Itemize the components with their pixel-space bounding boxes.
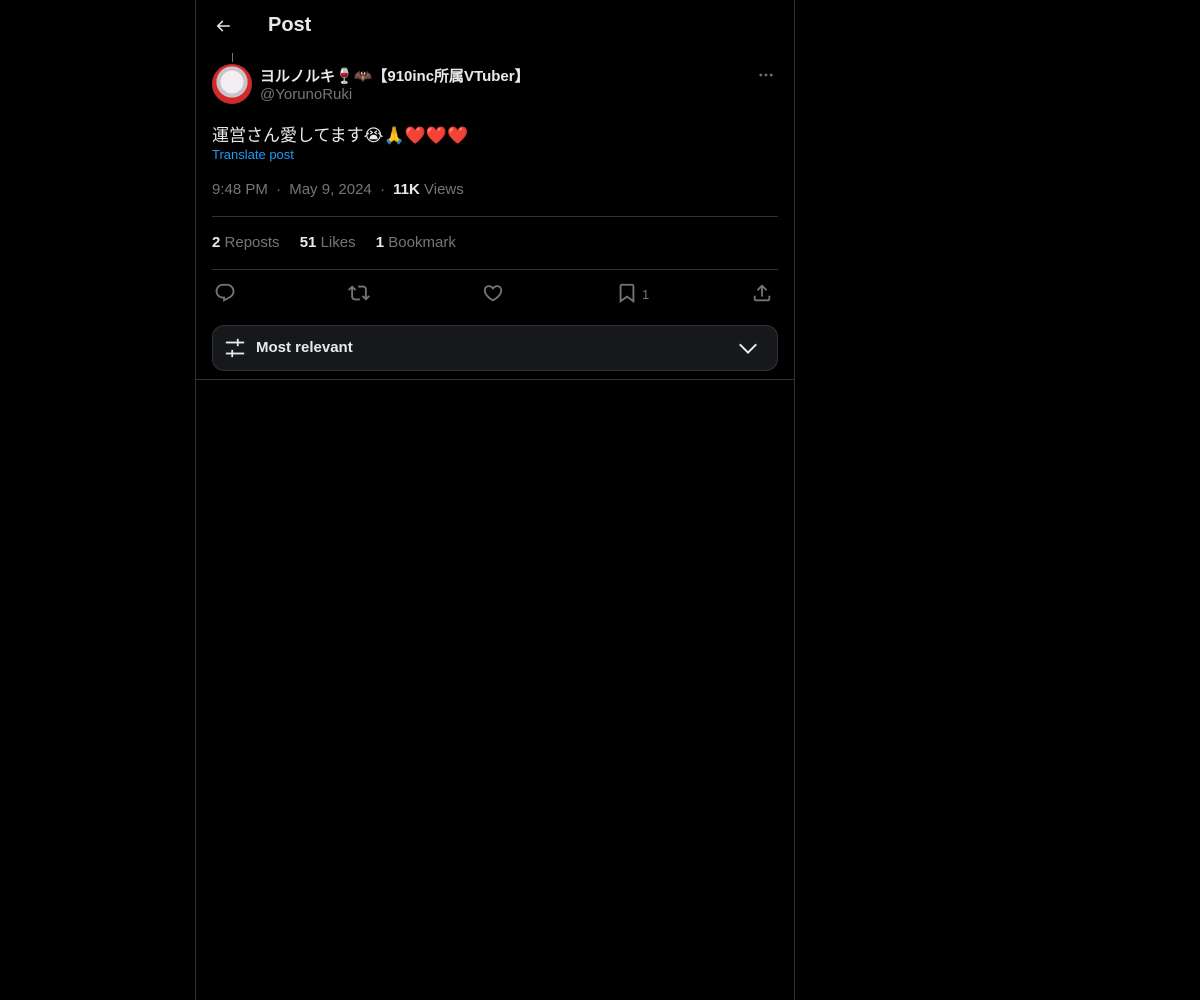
reply-button[interactable] [214,280,236,306]
sort-label: Most relevant [256,339,353,356]
likes-label: Likes [320,234,356,251]
reposts-label: Reposts [224,234,280,251]
post-time[interactable]: 9:48 PM [212,181,268,198]
avatar[interactable] [212,64,252,104]
meta-separator: · [379,181,385,198]
sliders-icon [224,337,246,359]
more-options-button[interactable] [754,65,778,85]
repost-button[interactable] [348,280,370,306]
sort-replies-dropdown[interactable]: Most relevant [212,325,778,371]
author-handle[interactable]: @YorunoRuki [260,86,352,103]
views-count: 11K [393,181,420,198]
like-button[interactable] [482,280,504,306]
post-date[interactable]: May 9, 2024 [289,181,372,198]
heart-icon [482,282,504,304]
chevron-down-icon [737,339,759,357]
bookmark-count: 1 [642,287,650,302]
likes-count: 51 [299,234,317,251]
bookmark-button[interactable]: 1 [616,280,649,306]
arrow-left-icon [214,17,232,35]
divider [196,379,794,380]
share-button[interactable] [751,280,773,306]
action-bar: 1 [212,280,778,306]
page-title: Post [268,14,312,36]
reposts-stat[interactable]: 2 Reposts [212,234,280,251]
meta-separator: · [276,181,282,198]
repost-icon [348,282,370,304]
share-icon [751,282,773,304]
thread-connector-line [232,53,233,62]
divider [212,216,778,217]
author-name[interactable]: ヨルノルキ🍷🦇【910inc所属VTuber】 [260,65,530,86]
post-stats: 2 Reposts 51 Likes 1 Bookmark [212,234,472,251]
more-dots-icon [757,66,775,84]
bookmark-icon [616,282,638,304]
reposts-count: 2 [212,234,221,251]
divider [212,269,778,270]
bookmarks-label: Bookmark [388,234,456,251]
post-text: 運営さん愛してます😭🙏❤️❤️❤️ [212,126,469,145]
page-header: Post [196,0,794,53]
back-button[interactable] [208,11,238,41]
views-label: Views [424,181,464,198]
bookmarks-stat[interactable]: 1 Bookmark [376,234,456,251]
bookmarks-count: 1 [375,234,385,251]
reply-icon [214,282,236,304]
translate-post-link[interactable]: Translate post [212,147,294,162]
likes-stat[interactable]: 51 Likes [300,234,356,251]
post-meta: 9:48 PM · May 9, 2024 · 11K Views [212,181,464,198]
main-column: Post ヨルノルキ🍷🦇【910inc所属VTuber】 @YorunoRuki… [195,0,795,1000]
